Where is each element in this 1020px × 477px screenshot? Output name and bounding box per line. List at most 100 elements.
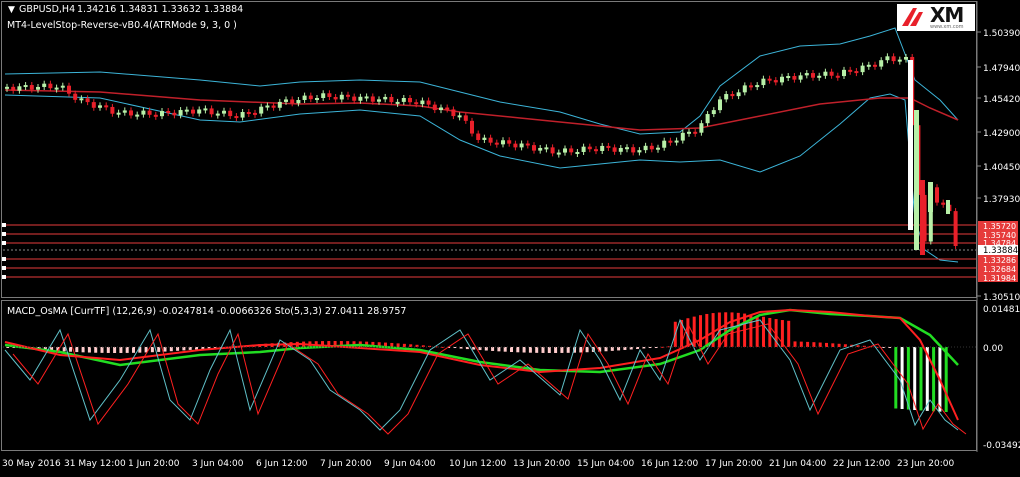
time-label: 13 Jun 20:00 xyxy=(513,459,570,469)
sub-chart-frame xyxy=(1,300,977,451)
candle-body xyxy=(705,114,710,124)
macd-bar xyxy=(484,347,488,351)
candle-body xyxy=(85,98,90,103)
time-label: 16 Jun 12:00 xyxy=(641,459,698,469)
macd-bar xyxy=(831,343,835,347)
candle-body xyxy=(160,111,164,117)
candle-body xyxy=(265,105,270,108)
candle-body xyxy=(129,110,133,116)
time-label: 23 Jun 20:00 xyxy=(897,459,954,469)
macd-bar xyxy=(762,316,765,347)
candle-body xyxy=(488,137,493,143)
candle-body xyxy=(519,143,524,148)
macd-osma-histogram xyxy=(3,308,976,435)
candle-body xyxy=(829,71,834,76)
price-label: 1.42900 xyxy=(983,129,1020,139)
candle-body xyxy=(110,106,115,114)
macd-bar xyxy=(554,347,558,353)
sub-window-label: MACD_OsMA [CurrTF] (12,26,9) -0.0247814 … xyxy=(7,306,406,317)
macd-bar xyxy=(169,347,173,352)
candle-body xyxy=(494,142,499,145)
macd-bar xyxy=(497,347,501,352)
candle-body xyxy=(544,147,549,150)
candle-body xyxy=(643,145,648,151)
candle-body xyxy=(116,112,121,115)
candle-body xyxy=(141,110,146,115)
level-handle xyxy=(2,266,6,270)
macd-bar xyxy=(705,313,709,347)
candle-body xyxy=(277,101,282,108)
trading-chart-window[interactable]: ▼ GBPUSD,H4 1.34216 1.34831 1.33632 1.33… xyxy=(0,0,1020,473)
candle-body xyxy=(525,143,530,146)
macd-bar xyxy=(94,347,98,353)
candle-body xyxy=(29,85,34,90)
level-handle xyxy=(2,223,6,227)
candle-body xyxy=(259,106,264,114)
time-label: 6 Jun 12:00 xyxy=(256,459,308,469)
candle-body xyxy=(54,87,59,90)
candle-body xyxy=(209,108,214,115)
time-label: 21 Jun 04:00 xyxy=(769,459,826,469)
symbol-dropdown-icon[interactable]: ▼ xyxy=(8,5,15,15)
candle-body xyxy=(352,96,357,101)
candle-body xyxy=(197,109,202,114)
macd-bar xyxy=(100,347,104,353)
macd-bar xyxy=(560,347,564,353)
candle-body xyxy=(649,145,654,150)
candle-body xyxy=(135,114,140,117)
chart-canvas[interactable]: ▼ GBPUSD,H4 1.34216 1.34831 1.33632 1.33… xyxy=(0,0,1020,473)
indicator-label: MT4-LevelStop-Reverse-vB0.4(ATRMode 9, 3… xyxy=(7,20,237,31)
ma-path xyxy=(4,89,959,131)
candle-body xyxy=(835,75,840,78)
candle-body xyxy=(730,94,735,97)
macd-bar xyxy=(812,342,816,347)
candle-body xyxy=(879,60,884,67)
macd-signal-line xyxy=(4,308,959,374)
macd-bar xyxy=(547,347,551,353)
current-price-label: 1.33884 xyxy=(983,246,1018,256)
time-label: 9 Jun 04:00 xyxy=(384,459,436,469)
candle-body xyxy=(946,200,950,214)
candle-body xyxy=(284,99,288,102)
candle-body xyxy=(848,69,853,72)
candle-body xyxy=(482,137,487,140)
candle-body xyxy=(724,94,729,100)
time-label: 10 Jun 12:00 xyxy=(449,459,506,469)
candle-body xyxy=(556,152,561,155)
macd-bar xyxy=(522,347,526,353)
candle-body xyxy=(550,147,555,154)
level-handle xyxy=(2,232,6,236)
candle-body xyxy=(191,109,195,114)
candle-body xyxy=(172,112,177,116)
price-label: 1.30510 xyxy=(983,293,1020,303)
candle-body xyxy=(600,145,605,151)
candle-body xyxy=(811,73,815,78)
candle-body xyxy=(302,95,307,101)
candle-body xyxy=(631,147,636,153)
candle-body xyxy=(711,110,716,115)
candle-body xyxy=(215,113,220,116)
candle-body xyxy=(891,56,896,62)
candle-body xyxy=(439,107,443,111)
macd-bar xyxy=(699,315,702,347)
candle-body xyxy=(749,85,753,88)
candle-body xyxy=(370,96,375,102)
candle-body xyxy=(11,86,16,91)
bollinger-upper-line xyxy=(4,27,959,135)
macd-bar xyxy=(503,347,507,352)
macd-bar xyxy=(806,341,810,347)
candle-body xyxy=(718,99,722,111)
candle-body xyxy=(389,96,394,103)
macd-bar xyxy=(585,347,589,353)
candle-body xyxy=(315,98,319,101)
candle-body xyxy=(463,115,468,121)
candle-body xyxy=(445,107,450,110)
macd-bar xyxy=(944,347,948,412)
macd-bar xyxy=(724,312,728,347)
macd-bar xyxy=(610,347,614,351)
level-handle xyxy=(2,275,6,279)
macd-bar xyxy=(113,347,117,353)
candle-body xyxy=(401,97,406,102)
candle-body xyxy=(184,109,189,112)
candle-body xyxy=(860,65,865,73)
